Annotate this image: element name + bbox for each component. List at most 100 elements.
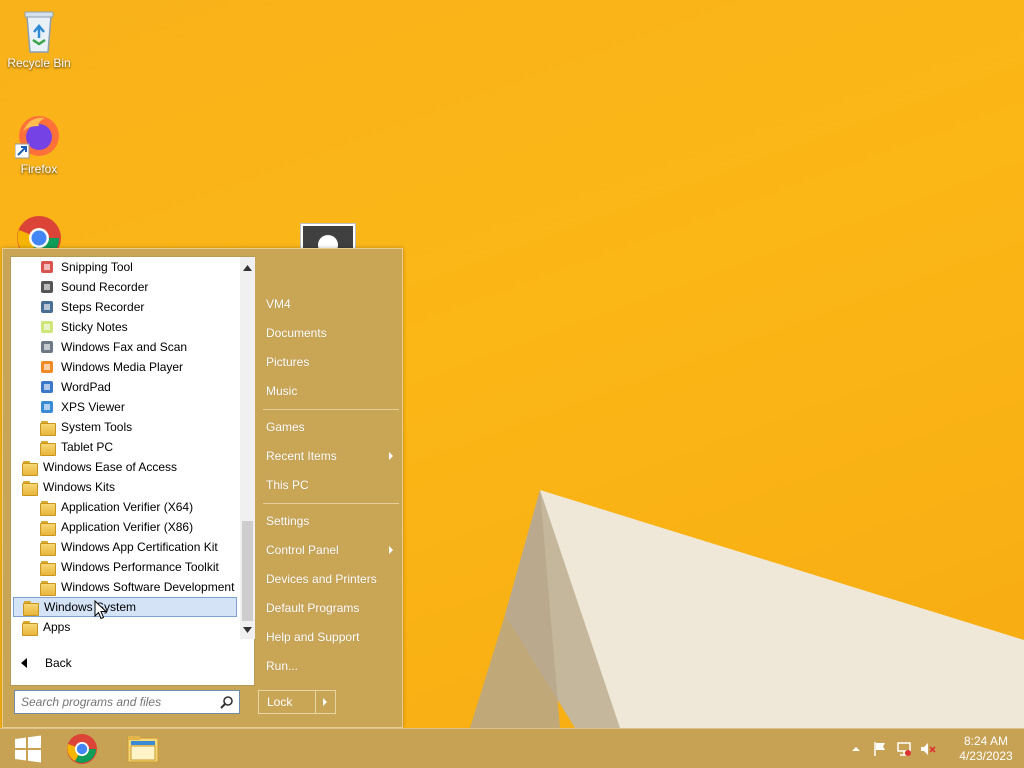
wordpad-icon xyxy=(39,379,55,395)
folder-icon xyxy=(39,519,56,536)
program-item[interactable]: Sound Recorder xyxy=(39,277,237,297)
folder-icon xyxy=(22,599,39,616)
program-item-label: Windows App Certification Kit xyxy=(61,540,218,554)
start-right-item-label: Recent Items xyxy=(266,449,337,463)
scroll-down-icon[interactable] xyxy=(240,621,255,638)
programs-scrollbar[interactable] xyxy=(240,257,255,639)
xps-viewer-icon xyxy=(39,399,55,415)
folder-icon xyxy=(21,479,38,496)
program-item[interactable]: WordPad xyxy=(39,377,237,397)
start-right-item-label: Settings xyxy=(266,514,310,528)
firefox-icon xyxy=(14,112,63,160)
taskbar: 8:24 AM 4/23/2023 xyxy=(0,728,1024,768)
search-icon[interactable] xyxy=(220,695,234,709)
back-arrow-icon xyxy=(21,658,27,668)
taskbar-clock[interactable]: 8:24 AM 4/23/2023 xyxy=(948,734,1024,764)
menu-separator xyxy=(263,503,399,504)
program-item-label: Sound Recorder xyxy=(61,280,149,294)
program-item[interactable]: XPS Viewer xyxy=(39,397,237,417)
folder-icon xyxy=(39,579,56,596)
program-item[interactable]: Windows Ease of Access xyxy=(21,457,237,477)
start-right-item[interactable]: Default Programs xyxy=(266,597,399,619)
start-button[interactable] xyxy=(0,729,56,768)
start-right-item[interactable]: Help and Support xyxy=(266,626,399,648)
windows-logo-icon xyxy=(15,735,41,763)
lock-options-arrow-icon[interactable] xyxy=(315,691,335,713)
back-label: Back xyxy=(45,656,72,670)
search-input[interactable] xyxy=(15,691,215,713)
desktop-icon-firefox[interactable]: Firefox xyxy=(3,112,75,176)
program-item[interactable]: Application Verifier (X64) xyxy=(39,497,237,517)
start-right-item-label: This PC xyxy=(266,478,309,492)
sticky-note-icon xyxy=(39,319,55,335)
program-item-label: Application Verifier (X64) xyxy=(61,500,194,514)
program-item-label: Windows Fax and Scan xyxy=(61,340,188,354)
program-item[interactable]: Windows Software Development Kit xyxy=(39,577,237,597)
program-item[interactable]: Apps xyxy=(21,617,237,637)
program-item-label: Tablet PC xyxy=(61,440,114,454)
folder-icon xyxy=(39,439,56,456)
program-item-label: System Tools xyxy=(61,420,133,434)
program-item-label: Windows Media Player xyxy=(61,360,184,374)
program-item[interactable]: Snipping Tool xyxy=(39,257,237,277)
lock-button[interactable]: Lock xyxy=(258,690,336,714)
search-box[interactable] xyxy=(14,690,240,714)
start-right-item-label: Help and Support xyxy=(266,630,360,644)
show-hidden-icons-icon[interactable] xyxy=(848,741,864,757)
program-item-label: WordPad xyxy=(61,380,111,394)
desktop-icon-label: Recycle Bin xyxy=(7,56,71,70)
program-item-label: Snipping Tool xyxy=(61,260,133,274)
scissors-icon xyxy=(39,259,55,275)
fax-icon xyxy=(39,339,55,355)
taskbar-chrome-button[interactable] xyxy=(54,729,110,768)
start-right-item-label: Default Programs xyxy=(266,601,360,615)
program-item[interactable]: Sticky Notes xyxy=(39,317,237,337)
program-item[interactable]: Windows System xyxy=(13,597,237,617)
start-menu: Snipping Tool Sound Recorder Steps Recorde… xyxy=(2,248,403,728)
start-right-item[interactable]: Devices and Printers xyxy=(266,568,399,590)
program-item[interactable]: Windows Kits xyxy=(21,477,237,497)
apps-folder-icon xyxy=(21,619,38,636)
start-right-item[interactable]: Run... xyxy=(266,655,399,677)
folder-icon xyxy=(39,559,56,576)
program-item[interactable]: Windows Performance Toolkit xyxy=(39,557,237,577)
program-item-label: Application Verifier (X86) xyxy=(61,520,194,534)
start-right-item-label: Devices and Printers xyxy=(266,572,377,586)
scroll-thumb[interactable] xyxy=(242,521,253,621)
start-right-item[interactable]: Settings xyxy=(266,510,399,532)
desktop-icon-recycle-bin[interactable]: Recycle Bin xyxy=(3,6,75,70)
programs-list: Snipping Tool Sound Recorder Steps Recorde… xyxy=(11,257,240,639)
start-right-item[interactable]: Control Panel xyxy=(266,539,399,561)
program-item-label: Windows System xyxy=(44,600,137,614)
taskbar-file-explorer-button[interactable] xyxy=(115,729,171,768)
folder-icon xyxy=(39,419,56,436)
volume-muted-icon[interactable] xyxy=(920,741,936,757)
media-player-icon xyxy=(39,359,55,375)
start-right-item[interactable]: Pictures xyxy=(266,351,399,373)
start-right-item[interactable]: This PC xyxy=(266,474,399,496)
action-center-flag-icon[interactable] xyxy=(872,741,888,757)
program-item[interactable]: Tablet PC xyxy=(39,437,237,457)
program-item[interactable]: Windows Media Player xyxy=(39,357,237,377)
submenu-arrow-icon xyxy=(389,546,393,554)
program-item[interactable]: Application Verifier (X86) xyxy=(39,517,237,537)
network-icon[interactable] xyxy=(896,741,912,757)
start-right-item[interactable]: VM4 xyxy=(266,293,399,315)
back-button[interactable]: Back xyxy=(11,653,254,673)
program-item[interactable]: System Tools xyxy=(39,417,237,437)
program-item[interactable]: Steps Recorder xyxy=(39,297,237,317)
scroll-up-icon[interactable] xyxy=(240,259,255,276)
mouse-cursor-icon xyxy=(94,600,108,620)
start-right-item-label: Documents xyxy=(266,326,327,340)
start-right-item[interactable]: Music xyxy=(266,380,399,402)
program-item[interactable]: Windows Fax and Scan xyxy=(39,337,237,357)
submenu-arrow-icon xyxy=(389,452,393,460)
menu-separator xyxy=(263,409,399,410)
program-item-label: Windows Ease of Access xyxy=(43,460,178,474)
program-item-label: Windows Software Development Kit xyxy=(61,580,237,594)
start-right-item[interactable]: Games xyxy=(266,416,399,438)
start-right-item[interactable]: Recent Items xyxy=(266,445,399,467)
program-item[interactable]: Windows App Certification Kit xyxy=(39,537,237,557)
start-right-item[interactable]: Documents xyxy=(266,322,399,344)
recycle-bin-icon xyxy=(15,6,63,54)
